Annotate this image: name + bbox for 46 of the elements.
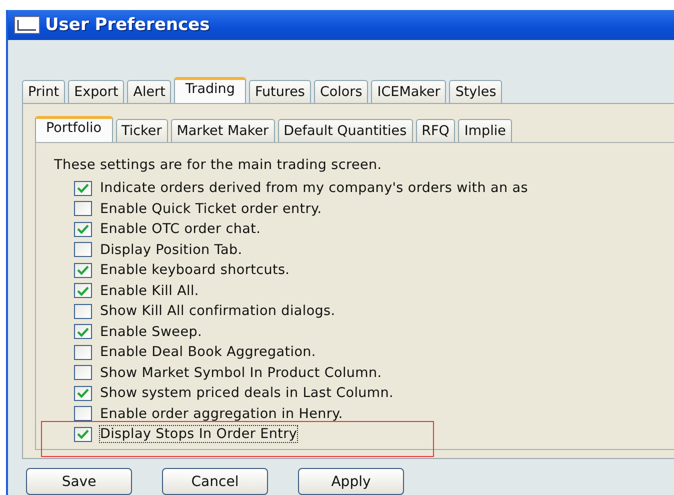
tab[interactable]: Print (22, 80, 66, 103)
checkbox-label: Enable order aggregation in Henry. (100, 406, 343, 422)
checkbox-label: Show Kill All confirmation dialogs. (100, 303, 336, 320)
tab[interactable]: Export (68, 80, 124, 103)
checkbox-label: Show Market Symbol In Product Column. (100, 364, 382, 381)
checkbox-label: Enable OTC order chat. (100, 221, 261, 238)
tab[interactable]: Default Quantities (278, 119, 413, 142)
checkbox-label: Indicate orders derived from my company's orders with an as (100, 180, 528, 196)
checkbox[interactable] (74, 201, 92, 216)
checkbox[interactable] (74, 365, 92, 380)
checkbox-label: Enable Kill All. (100, 282, 199, 299)
checkbox[interactable] (74, 344, 92, 360)
checkbox-label: Display Stops In Order Entry (100, 426, 298, 442)
tab[interactable]: Market Maker (170, 119, 275, 142)
checkbox-label: Enable Deal Book Aggregation. (100, 344, 316, 360)
checkbox[interactable] (74, 222, 92, 237)
tab[interactable]: Trading (174, 77, 246, 103)
checkbox[interactable] (74, 386, 92, 401)
checkbox-label: Show system priced deals in Last Column. (100, 385, 394, 402)
checkbox[interactable] (74, 242, 92, 258)
checkbox-label: Display Position Tab. (100, 242, 242, 258)
tab[interactable]: ICEMaker (371, 80, 446, 103)
checkbox-label: Enable Quick Ticket order entry. (100, 200, 322, 217)
tab[interactable]: Portfolio (35, 116, 113, 142)
checkbox[interactable] (74, 304, 92, 319)
dialog-button[interactable]: Save (26, 468, 132, 495)
tab[interactable]: Implie (458, 119, 512, 142)
tab[interactable]: Colors (314, 80, 368, 103)
app-icon (14, 16, 40, 34)
intro-text: These settings are for the main trading screen. (54, 157, 383, 173)
checkbox[interactable] (74, 426, 92, 442)
checkbox[interactable] (74, 262, 92, 278)
checkbox[interactable] (74, 406, 92, 422)
dialog-button[interactable]: Cancel (162, 468, 268, 495)
tab[interactable]: Ticker (116, 119, 168, 142)
checkbox-label: Enable Sweep. (100, 324, 202, 340)
dialog-button[interactable]: Apply (298, 468, 404, 495)
checkbox[interactable] (74, 283, 92, 298)
checkbox[interactable] (74, 324, 92, 340)
tab[interactable]: Futures (248, 80, 311, 103)
tab[interactable]: RFQ (416, 119, 456, 142)
tab[interactable]: Styles (449, 80, 502, 103)
checkbox-label: Enable keyboard shortcuts. (100, 262, 290, 278)
tab[interactable]: Alert (127, 80, 172, 103)
window-title: User Preferences (45, 15, 210, 35)
checkbox[interactable] (74, 180, 92, 196)
